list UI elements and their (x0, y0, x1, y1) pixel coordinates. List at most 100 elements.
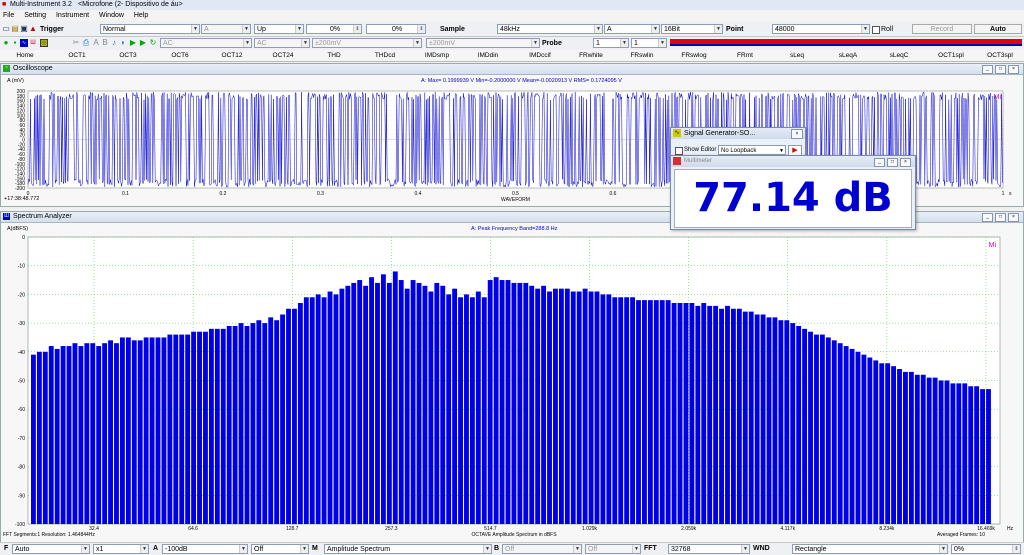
trigger-level-stepper[interactable]: 0% ⇕ (306, 24, 362, 34)
spectrum-bar (256, 320, 262, 524)
show-editor-checkbox[interactable] (675, 147, 683, 155)
frequency-range-select[interactable]: Auto ▼ (12, 544, 90, 554)
b-mode-select[interactable]: Off ▼ (502, 544, 582, 554)
loop-icon[interactable]: ↻ (149, 39, 157, 47)
tab-imddin[interactable]: IMDdin (458, 51, 518, 60)
print-icon[interactable]: ⎙ (82, 39, 90, 47)
trigger-channel-select[interactable]: A ▼ (201, 24, 251, 34)
close-icon[interactable]: × (1008, 213, 1019, 222)
coupling-b-select[interactable]: AC ▼ (254, 38, 310, 48)
close-icon[interactable]: × (1008, 65, 1019, 74)
spectrum-bar (677, 303, 683, 524)
pretrigger-stepper[interactable]: 0% ⇕ (366, 24, 426, 34)
roll-checkbox[interactable] (872, 26, 880, 34)
play-icon[interactable]: ▶ (129, 39, 137, 47)
trigger-icon[interactable]: ▲ (29, 25, 37, 33)
loopback-select[interactable]: No Loopback ▼ (718, 145, 786, 155)
volume-icon[interactable]: ◗ (119, 39, 127, 47)
font-a-icon[interactable]: A (92, 39, 100, 47)
coupling-a-select[interactable]: AC ▼ (160, 38, 252, 48)
probe-a-select[interactable]: 1 ▼ (593, 38, 629, 48)
tools-icon[interactable]: ✂ (72, 39, 80, 47)
spectrum-icon[interactable]: Ш (29, 39, 37, 47)
bit-depth-select[interactable]: 16Bit ▼ (661, 24, 723, 34)
spectrum-bar (511, 282, 517, 524)
mode-select[interactable]: Amplitude Spectrum ▼ (324, 544, 492, 554)
spectrum-bar (855, 351, 861, 524)
tab-frswlin[interactable]: FRswlin (612, 51, 672, 60)
new-icon[interactable]: ▭ (2, 25, 10, 33)
tab-sleqc[interactable]: sLeqC (869, 51, 929, 60)
scope-icon[interactable]: ∿ (20, 39, 28, 47)
spectrum-bar (861, 354, 867, 524)
fft-size-select[interactable]: 32768 ▼ (668, 544, 750, 554)
probe-b-select[interactable]: 1 ▼ (631, 38, 667, 48)
maximize-icon[interactable]: □ (995, 213, 1006, 222)
spectrum-bar (280, 314, 286, 524)
toolbar-channels: ● ▪ ∿ Ш ▩ ✂ ⎙ A B ♪ ◗ ▶ ▶ ↻ AC ▼ AC ▼ ±200… (0, 37, 1024, 51)
speaker-icon[interactable]: ♪ (110, 39, 118, 47)
amplitude-range-select[interactable]: -100dB ▼ (162, 544, 248, 554)
menu-instrument[interactable]: Instrument (53, 10, 94, 21)
spectrum-bar (665, 300, 671, 524)
spectrum-bar (96, 346, 102, 524)
tab-thdcd[interactable]: THDcd (355, 51, 415, 60)
spectrum-bar (232, 325, 238, 524)
auto-button[interactable]: Auto (974, 24, 1022, 34)
minimize-icon[interactable]: _ (982, 65, 993, 74)
multimeter-icon[interactable]: ▩ (40, 39, 48, 47)
b-weighting-select[interactable]: Off ▼ (585, 544, 641, 554)
minimize-icon[interactable]: _ (874, 158, 885, 167)
record-button[interactable]: Record (912, 24, 972, 34)
spectrum-bar (689, 303, 695, 524)
spectrum-bar (784, 320, 790, 524)
single-icon[interactable]: ▪ (11, 39, 19, 47)
spectrum-bar (891, 366, 897, 524)
window-function-select[interactable]: Rectangle ▼ (792, 544, 948, 554)
maximize-icon[interactable]: □ (887, 158, 898, 167)
save-icon[interactable]: ▣ (20, 25, 28, 33)
close-icon[interactable]: × (900, 158, 911, 167)
signal-generator-titlebar[interactable]: ∿ Signal Generator-SO... × (671, 128, 805, 139)
spectrum-plot[interactable]: 0-10-20-30-40-50-60-70-80-90-10032.4 64.6… (1, 232, 1023, 542)
minimize-icon[interactable]: _ (982, 213, 993, 222)
tab-oct3[interactable]: OCT3 (98, 51, 158, 60)
trigger-mode-select[interactable]: Normal ▼ (100, 24, 200, 34)
range-a-select[interactable]: ±200mV ▼ (312, 38, 422, 48)
spectrum-bar (125, 337, 131, 524)
play-next-icon[interactable]: ▶ (139, 39, 147, 47)
spectrum-bar (606, 294, 612, 524)
zoom-select[interactable]: x1 ▼ (93, 544, 149, 554)
maximize-icon[interactable]: □ (995, 65, 1006, 74)
points-select[interactable]: 48000 ▼ (772, 24, 870, 34)
tab-oct6[interactable]: OCT6 (150, 51, 210, 60)
sample-rate-select[interactable]: 48kHz ▼ (497, 24, 603, 34)
range-b-select[interactable]: ±200mV ▼ (426, 38, 540, 48)
spectrum-bar (54, 348, 60, 524)
x-tick-label: 8.234k (879, 526, 895, 532)
spectrum-bar (149, 337, 155, 524)
font-b-icon[interactable]: B (101, 39, 109, 47)
spectrum-bar (707, 305, 713, 524)
open-icon[interactable]: ▤ (11, 25, 19, 33)
menu-setting[interactable]: Setting (21, 10, 51, 21)
spectrum-bar (594, 291, 600, 524)
run-icon[interactable]: ● (2, 39, 10, 47)
close-icon[interactable]: × (791, 129, 803, 139)
channel-select[interactable]: A ▼ (604, 24, 660, 34)
menu-file[interactable]: File (0, 10, 19, 21)
trigger-edge-select[interactable]: Up ▼ (254, 24, 304, 34)
weighting-select[interactable]: Off ▼ (251, 544, 309, 554)
tab-frmt[interactable]: FRmt (715, 51, 775, 60)
spectrum-bar (932, 377, 938, 524)
overlap-stepper[interactable]: 0% ⇕ (951, 544, 1021, 554)
menu-help[interactable]: Help (131, 10, 153, 21)
x-tick-label: 0.3 (317, 191, 324, 197)
multimeter-titlebar[interactable]: Multimeter _ □ × (671, 156, 915, 167)
spectrum-bar (885, 363, 891, 524)
spectrum-bar (226, 325, 232, 524)
spectrum-bar (642, 300, 647, 524)
tab-oct3spl[interactable]: OCT3spl (970, 51, 1024, 60)
oscilloscope-titlebar[interactable]: ~ Oscilloscope _ □ × (1, 64, 1023, 75)
menu-window[interactable]: Window (96, 10, 129, 21)
